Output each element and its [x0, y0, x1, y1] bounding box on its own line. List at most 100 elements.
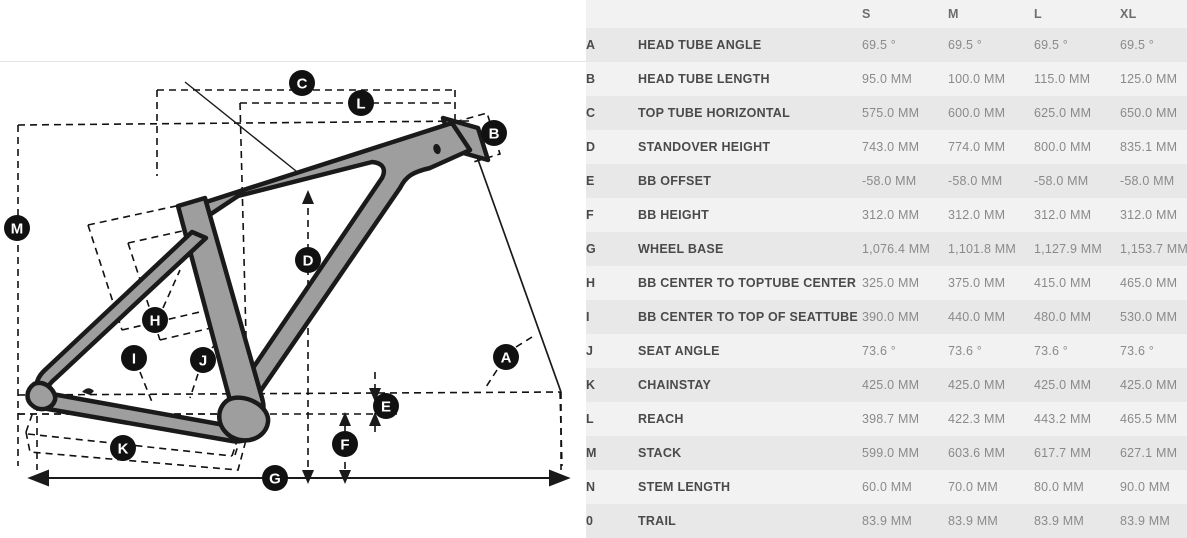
row-value-s: 398.7 MM: [862, 402, 948, 436]
standover-arrow-up: [302, 190, 314, 204]
geometry-table-panel: S M L XL A HEAD TUBE ANGLE 69.5 ° 69.5 ° 69.…: [586, 0, 1187, 538]
row-value-l: 69.5 °: [1034, 28, 1120, 62]
row-value-s: 83.9 MM: [862, 504, 948, 538]
marker-label: E: [381, 399, 391, 416]
row-key: I: [586, 300, 638, 334]
row-value-l: 83.9 MM: [1034, 504, 1120, 538]
row-key: N: [586, 470, 638, 504]
row-value-xl: 465.0 MM: [1120, 266, 1187, 300]
marker-label: F: [340, 437, 349, 454]
row-key: 0: [586, 504, 638, 538]
marker-h: H: [142, 307, 168, 333]
marker-l: L: [348, 90, 374, 116]
row-key: C: [586, 96, 638, 130]
bbheight-arrow-up: [339, 412, 351, 426]
wheelbase-arrow-right: [549, 469, 571, 487]
row-value-m: 600.0 MM: [948, 96, 1034, 130]
row-value-l: 480.0 MM: [1034, 300, 1120, 334]
row-value-xl: 125.0 MM: [1120, 62, 1187, 96]
row-measurement-name: BB OFFSET: [638, 164, 862, 198]
marker-label: M: [11, 221, 24, 238]
seatpost-line: [184, 81, 302, 176]
row-measurement-name: STEM LENGTH: [638, 470, 862, 504]
header-row: S M L XL: [586, 0, 1187, 28]
row-value-l: 625.0 MM: [1034, 96, 1120, 130]
row-value-xl: 425.0 MM: [1120, 368, 1187, 402]
row-key: B: [586, 62, 638, 96]
row-value-xl: 312.0 MM: [1120, 198, 1187, 232]
rear-dropout: [25, 380, 58, 412]
row-value-l: 800.0 MM: [1034, 130, 1120, 164]
row-key: J: [586, 334, 638, 368]
table-header: S M L XL: [586, 0, 1187, 28]
row-measurement-name: TOP TUBE HORIZONTAL: [638, 96, 862, 130]
row-value-s: 312.0 MM: [862, 198, 948, 232]
row-measurement-name: CHAINSTAY: [638, 368, 862, 402]
row-value-s: 575.0 MM: [862, 96, 948, 130]
row-value-l: 80.0 MM: [1034, 470, 1120, 504]
geometry-table: S M L XL A HEAD TUBE ANGLE 69.5 ° 69.5 ° 69.…: [586, 0, 1187, 538]
row-value-s: 73.6 °: [862, 334, 948, 368]
marker-label: B: [489, 126, 500, 143]
row-value-m: 422.3 MM: [948, 402, 1034, 436]
table-row: K CHAINSTAY 425.0 MM 425.0 MM 425.0 MM 425.0 …: [586, 368, 1187, 402]
marker-label: H: [150, 313, 161, 330]
marker-g: G: [262, 465, 288, 491]
row-key: L: [586, 402, 638, 436]
row-value-s: -58.0 MM: [862, 164, 948, 198]
marker-d: D: [295, 247, 321, 273]
row-value-l: 425.0 MM: [1034, 368, 1120, 402]
row-value-l: 1,127.9 MM: [1034, 232, 1120, 266]
row-value-xl: 83.9 MM: [1120, 504, 1187, 538]
row-key: A: [586, 28, 638, 62]
row-value-xl: 465.5 MM: [1120, 402, 1187, 436]
column-header-l: L: [1034, 0, 1120, 28]
row-measurement-name: STANDOVER HEIGHT: [638, 130, 862, 164]
table-row: G WHEEL BASE 1,076.4 MM 1,101.8 MM 1,127.9 M…: [586, 232, 1187, 266]
marker-label: J: [199, 353, 207, 370]
bottom-bracket: [217, 395, 271, 443]
row-measurement-name: BB CENTER TO TOP OF SEATTUBE: [638, 300, 862, 334]
row-key: D: [586, 130, 638, 164]
row-measurement-name: SEAT ANGLE: [638, 334, 862, 368]
row-value-m: 83.9 MM: [948, 504, 1034, 538]
row-measurement-name: HEAD TUBE ANGLE: [638, 28, 862, 62]
table-row: J SEAT ANGLE 73.6 ° 73.6 ° 73.6 ° 73.6 °: [586, 334, 1187, 368]
row-value-m: -58.0 MM: [948, 164, 1034, 198]
row-key: M: [586, 436, 638, 470]
wheelbase-arrow-left: [27, 469, 49, 487]
row-measurement-name: BB CENTER TO TOPTUBE CENTER: [638, 266, 862, 300]
row-value-l: 115.0 MM: [1034, 62, 1120, 96]
marker-f: F: [332, 431, 358, 457]
table-body: A HEAD TUBE ANGLE 69.5 ° 69.5 ° 69.5 ° 69.5 °…: [586, 28, 1187, 538]
row-key: K: [586, 368, 638, 402]
table-row: A HEAD TUBE ANGLE 69.5 ° 69.5 ° 69.5 ° 69.5 °: [586, 28, 1187, 62]
row-value-l: -58.0 MM: [1034, 164, 1120, 198]
marker-i: I: [121, 345, 147, 371]
column-header-s: S: [862, 0, 948, 28]
row-value-l: 312.0 MM: [1034, 198, 1120, 232]
row-value-xl: 73.6 °: [1120, 334, 1187, 368]
row-value-l: 617.7 MM: [1034, 436, 1120, 470]
geometry-page: ABCDEFGHIJKLM S M L XL A HEAD TUBE ANGLE 6…: [0, 0, 1187, 538]
row-measurement-name: REACH: [638, 402, 862, 436]
row-value-xl: 90.0 MM: [1120, 470, 1187, 504]
table-row: M STACK 599.0 MM 603.6 MM 617.7 MM 627.1 MM: [586, 436, 1187, 470]
row-value-m: 425.0 MM: [948, 368, 1034, 402]
marker-e: E: [373, 393, 399, 419]
wheelbase-dimension: [27, 469, 571, 487]
row-measurement-name: WHEEL BASE: [638, 232, 862, 266]
marker-m: M: [4, 215, 30, 241]
row-measurement-name: STACK: [638, 436, 862, 470]
row-value-m: 312.0 MM: [948, 198, 1034, 232]
table-row: L REACH 398.7 MM 422.3 MM 443.2 MM 465.5 MM: [586, 402, 1187, 436]
row-value-xl: 1,153.7 MM: [1120, 232, 1187, 266]
header-name-cell: [638, 0, 862, 28]
row-value-l: 415.0 MM: [1034, 266, 1120, 300]
row-key: F: [586, 198, 638, 232]
marker-label: I: [132, 351, 136, 368]
row-value-s: 425.0 MM: [862, 368, 948, 402]
row-value-l: 443.2 MM: [1034, 402, 1120, 436]
row-value-xl: 530.0 MM: [1120, 300, 1187, 334]
marker-c: C: [289, 70, 315, 96]
